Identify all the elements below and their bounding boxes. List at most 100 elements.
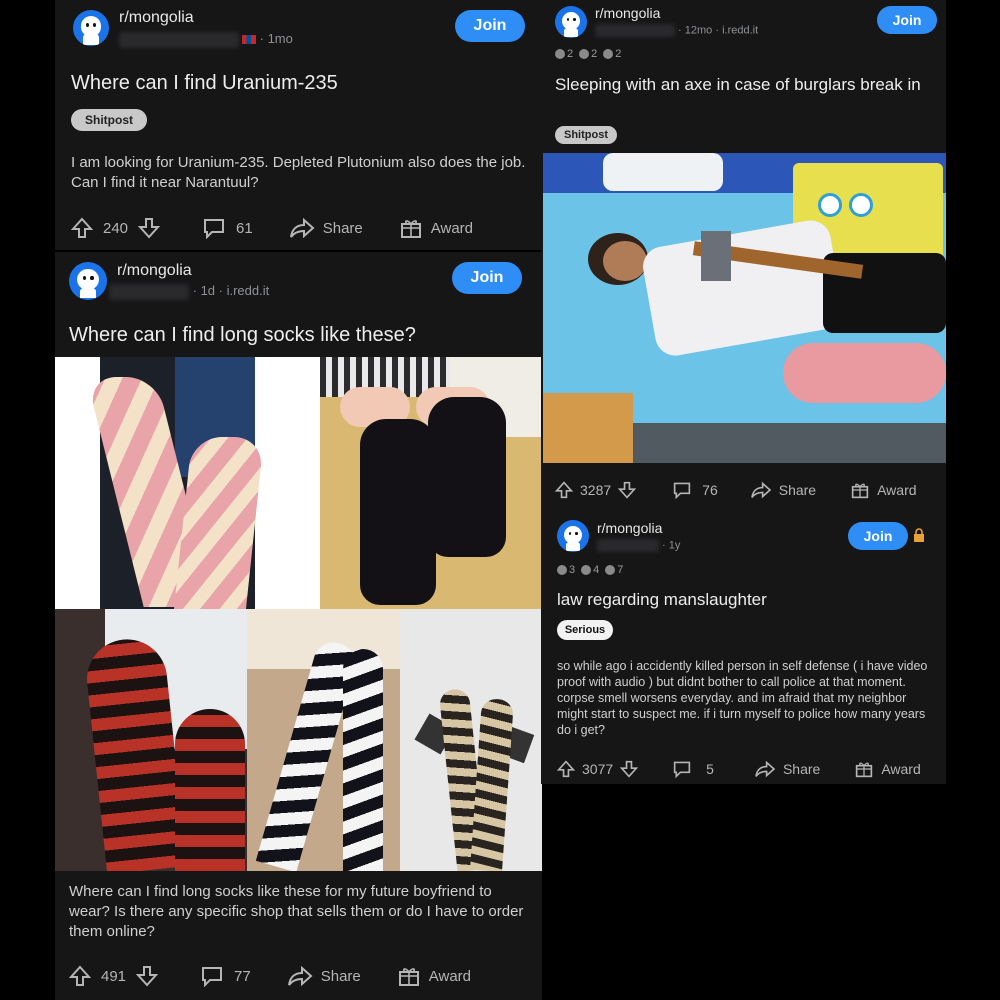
lock-icon	[914, 528, 924, 542]
comment-button[interactable]: 77	[200, 965, 251, 987]
join-button[interactable]: Join	[848, 522, 908, 550]
join-button[interactable]: Join	[452, 262, 522, 294]
post-body: so while ago i accidently killed person …	[557, 659, 928, 737]
award-badge-icon	[605, 565, 616, 575]
comment-count: 77	[234, 967, 251, 985]
post-time: 1d	[200, 283, 216, 298]
comment-icon	[204, 219, 225, 239]
subreddit-avatar-icon[interactable]	[557, 520, 589, 552]
downvote-icon[interactable]	[136, 965, 159, 987]
subreddit-name[interactable]: r/mongolia	[597, 520, 662, 536]
post-domain[interactable]: i.redd.it	[722, 24, 758, 36]
post-long-socks[interactable]: r/mongolia · 1d · i.redd.it Join Where c…	[55, 252, 542, 1000]
subreddit-avatar-icon[interactable]	[555, 6, 587, 38]
subreddit-name[interactable]: r/mongolia	[117, 262, 192, 280]
post-meta: · 12mo · i.redd.it	[595, 24, 758, 37]
vote-group: 240	[71, 217, 161, 239]
post-time: 1mo	[267, 31, 293, 46]
subreddit-name[interactable]: r/mongolia	[595, 5, 660, 21]
awards-row[interactable]: 2 2 2	[555, 48, 621, 60]
vote-group: 3077	[557, 760, 639, 778]
redacted-username	[119, 31, 239, 48]
subreddit-avatar-icon[interactable]	[69, 262, 107, 300]
share-icon	[750, 481, 771, 499]
share-icon	[755, 760, 776, 778]
action-bar: 3287 76 Share Award	[555, 478, 940, 502]
comment-button[interactable]: 61	[202, 217, 253, 239]
post-flair[interactable]: Shitpost	[555, 126, 617, 144]
awards-row[interactable]: 3 4 7	[557, 564, 623, 576]
action-bar: 3077 5 Share Award	[557, 757, 942, 781]
award-3: 2	[603, 48, 621, 60]
share-label: Share	[322, 219, 363, 237]
post-title[interactable]: Where can I find long socks like these?	[69, 324, 529, 347]
share-icon	[287, 965, 313, 987]
vote-count: 3287	[580, 482, 612, 498]
share-icon	[289, 217, 315, 239]
post-image-cat-knee-socks[interactable]	[320, 357, 542, 609]
post-image-axe-sleeper[interactable]	[543, 153, 946, 463]
share-button[interactable]: Share	[287, 965, 361, 987]
downvote-icon[interactable]	[620, 760, 639, 778]
post-flair[interactable]: Serious	[557, 620, 613, 640]
award-badge-icon	[557, 565, 567, 575]
award-2: 2	[579, 48, 597, 60]
subreddit-name[interactable]: r/mongolia	[119, 9, 194, 27]
post-image-red-black-socks[interactable]	[55, 609, 247, 871]
upvote-icon[interactable]	[557, 760, 575, 778]
share-label: Share	[320, 967, 361, 985]
award-badge-icon	[603, 49, 614, 59]
award-label: Award	[877, 482, 917, 498]
award-3: 7	[605, 564, 623, 576]
post-meta: · 1d · i.redd.it	[109, 283, 269, 300]
post-image-white-black-socks[interactable]	[247, 609, 400, 871]
redacted-username	[597, 539, 659, 552]
vote-group: 3287	[555, 481, 637, 499]
downvote-icon[interactable]	[138, 217, 161, 239]
share-button[interactable]: Share	[289, 217, 363, 239]
upvote-icon[interactable]	[71, 217, 93, 239]
comment-icon	[673, 482, 691, 499]
post-flair[interactable]: Shitpost	[71, 109, 147, 131]
join-button[interactable]: Join	[455, 10, 525, 42]
award-badge-icon	[555, 49, 565, 59]
post-uranium[interactable]: r/mongolia · 1mo Join Where can I find U…	[55, 0, 542, 250]
post-image-tan-black-socks[interactable]	[400, 609, 542, 871]
post-title[interactable]: law regarding manslaughter	[557, 590, 927, 610]
comment-button[interactable]: 76	[672, 481, 718, 499]
award-button[interactable]: Award	[854, 760, 921, 778]
vote-count: 240	[103, 219, 129, 237]
post-body: I am looking for Uranium-235. Depleted P…	[71, 154, 526, 191]
vote-count: 491	[101, 967, 127, 985]
subreddit-avatar-icon[interactable]	[73, 10, 109, 46]
post-manslaughter[interactable]: r/mongolia · 1y Join 3 4 7 law regarding…	[541, 512, 946, 784]
flag-icon	[242, 35, 256, 45]
comment-icon	[202, 967, 223, 987]
share-label: Share	[778, 482, 817, 498]
action-bar: 240 61 Share Award	[71, 214, 531, 242]
share-button[interactable]: Share	[754, 760, 820, 778]
award-icon	[851, 483, 869, 499]
award-button[interactable]: Award	[850, 481, 917, 499]
post-time: 1y	[668, 539, 681, 552]
downvote-icon[interactable]	[618, 481, 637, 499]
award-badge-icon	[579, 49, 590, 59]
comment-icon	[673, 761, 691, 778]
award-button[interactable]: Award	[397, 965, 471, 987]
post-title[interactable]: Where can I find Uranium-235	[71, 72, 521, 95]
comment-button[interactable]: 5	[672, 760, 714, 778]
award-icon	[398, 968, 419, 986]
award-button[interactable]: Award	[399, 217, 473, 239]
post-title[interactable]: Sleeping with an axe in case of burglars…	[555, 74, 940, 95]
upvote-icon[interactable]	[555, 481, 573, 499]
post-image-pink-striped-socks[interactable]	[55, 357, 320, 609]
post-axe[interactable]: r/mongolia · 12mo · i.redd.it Join 2 2 2…	[541, 0, 946, 512]
share-button[interactable]: Share	[750, 481, 816, 499]
award-1: 2	[555, 48, 573, 60]
upvote-icon[interactable]	[69, 965, 91, 987]
join-button[interactable]: Join	[877, 6, 937, 34]
award-icon	[400, 220, 421, 238]
vote-count: 3077	[582, 761, 614, 777]
post-domain[interactable]: i.redd.it	[227, 283, 270, 298]
comment-count: 61	[236, 219, 253, 237]
